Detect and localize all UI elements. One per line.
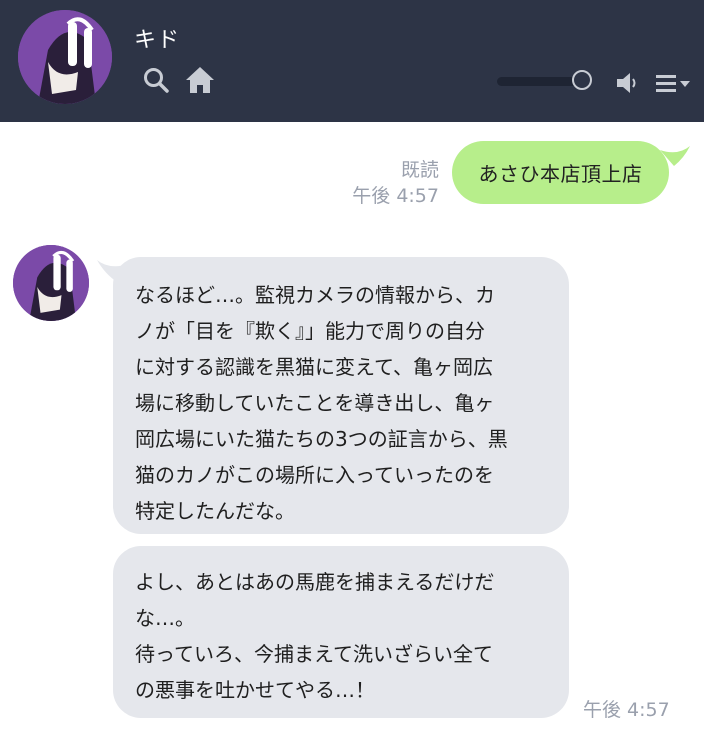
read-receipt: 既読 <box>400 159 439 181</box>
search-icon[interactable] <box>143 67 169 93</box>
contact-avatar[interactable] <box>18 10 112 104</box>
sender-avatar-illustration <box>13 245 89 321</box>
chat-header: キド <box>0 0 704 122</box>
home-icon[interactable] <box>184 65 216 95</box>
received-message-bubble[interactable]: なるほど…。監視カメラの情報から、カ ノが「目を『欺く』」能力で周りの自分 に対… <box>113 257 569 534</box>
avatar-illustration <box>18 10 112 104</box>
menu-icon[interactable] <box>654 72 692 94</box>
volume-slider-thumb[interactable] <box>571 70 592 90</box>
contact-name: キド <box>134 28 181 53</box>
sender-avatar[interactable] <box>13 245 89 321</box>
sent-timestamp: 午後 4:57 <box>352 185 439 207</box>
sent-message-bubble[interactable]: あさひ本店頂上店 <box>452 141 669 204</box>
speaker-icon[interactable] <box>614 70 640 96</box>
received-message-bubble[interactable]: よし、あとはあの馬鹿を捕まえるだけだ な…。 待っていろ、今捕まえて洗いざらい全… <box>113 546 569 718</box>
received-timestamp: 午後 4:57 <box>583 699 670 721</box>
